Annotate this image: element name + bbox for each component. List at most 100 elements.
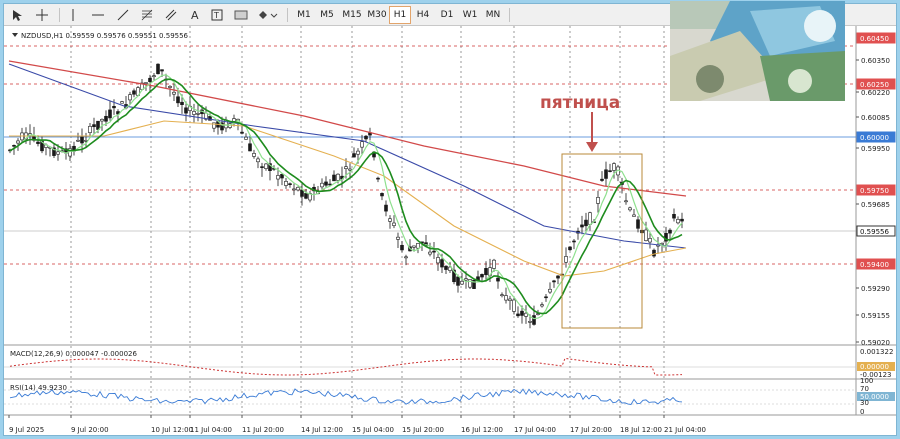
candle-body — [564, 256, 568, 263]
tf-m15-button[interactable]: M15 — [340, 6, 364, 24]
vertical-line-icon[interactable] — [66, 6, 80, 24]
candle-body — [392, 222, 396, 226]
tf-d1-button[interactable]: D1 — [437, 6, 457, 24]
fibonacci-icon[interactable] — [140, 6, 154, 24]
price-label: 0.60085 — [861, 114, 890, 122]
time-label: 14 Jul 12:00 — [301, 426, 343, 434]
candle-body — [652, 249, 656, 257]
candle-body — [152, 75, 156, 77]
crosshair-icon[interactable] — [34, 6, 50, 24]
candle-body — [100, 118, 104, 122]
candle-body — [56, 151, 60, 155]
rsi-label: 30 — [860, 399, 869, 407]
time-label: 15 Jul 20:00 — [402, 426, 444, 434]
candle-body — [160, 69, 164, 72]
candle-body — [384, 204, 388, 212]
candle-body — [648, 238, 652, 243]
candle-body — [376, 177, 380, 180]
candle-body — [496, 277, 500, 282]
time-label: 21 Jul 04:00 — [664, 426, 706, 434]
candle-body — [400, 244, 404, 251]
candle-body — [12, 145, 16, 147]
channel-icon[interactable] — [164, 6, 178, 24]
candle-body — [132, 90, 136, 95]
candle-body — [96, 120, 100, 130]
price-label: 0.59155 — [861, 312, 890, 320]
candle-body — [404, 256, 408, 259]
candle-body — [148, 77, 152, 82]
candle-body — [480, 274, 484, 278]
candle-body — [256, 158, 260, 163]
price-label: 0.59556 — [860, 228, 889, 236]
macd-label: 0.00000 — [860, 363, 889, 371]
candle-body — [16, 140, 20, 144]
price-label: 0.59685 — [861, 201, 890, 209]
candle-body — [112, 105, 116, 109]
candle-body — [632, 214, 636, 217]
label-icon[interactable]: T — [210, 6, 224, 24]
tf-m5-button[interactable]: M5 — [317, 6, 337, 24]
candle-body — [440, 259, 444, 268]
rsi-header: RSI(14) 49.9230 — [10, 384, 67, 392]
tf-h1-button[interactable]: H1 — [389, 6, 411, 24]
candle-body — [556, 275, 560, 279]
time-label: 9 Jul 2025 — [9, 426, 44, 434]
candle-body — [460, 280, 464, 285]
price-label: 0.59020 — [861, 339, 890, 347]
trendline-icon[interactable] — [116, 6, 130, 24]
horizontal-line-icon[interactable] — [90, 6, 106, 24]
tf-m30-button[interactable]: M30 — [365, 6, 389, 24]
candle-body — [292, 188, 296, 191]
candle-body — [568, 246, 572, 251]
time-label: 11 Jul 20:00 — [242, 426, 284, 434]
candle-body — [388, 218, 392, 222]
candle-body — [512, 299, 516, 312]
candle-body — [532, 315, 536, 325]
candle-body — [360, 141, 364, 148]
rectangle-icon[interactable] — [233, 6, 249, 24]
tf-w1-button[interactable]: W1 — [460, 6, 480, 24]
candle-body — [280, 174, 284, 179]
candle-body — [176, 96, 180, 104]
tf-mn-button[interactable]: MN — [482, 6, 504, 24]
text-icon[interactable]: A — [188, 6, 202, 24]
time-label: 16 Jul 12:00 — [461, 426, 503, 434]
candle-body — [528, 320, 532, 323]
candle-body — [484, 268, 488, 276]
candle-body — [580, 224, 584, 228]
candle-body — [492, 259, 496, 269]
candle-body — [676, 219, 680, 224]
candle-body — [416, 243, 420, 249]
candle-body — [80, 136, 84, 144]
candle-body — [332, 174, 336, 182]
macd-signal-line — [9, 357, 683, 376]
rsi-label: 0 — [860, 408, 864, 416]
cursor-icon[interactable] — [10, 6, 24, 24]
candle-body — [588, 212, 592, 225]
candle-body — [436, 257, 440, 264]
candle-body — [144, 82, 148, 84]
candle-body — [288, 183, 292, 185]
price-label: 0.60220 — [861, 89, 890, 97]
candle-body — [524, 312, 528, 317]
candle-body — [264, 163, 268, 169]
candle-body — [540, 304, 544, 307]
candle-body — [520, 310, 524, 316]
tf-h4-button[interactable]: H4 — [413, 6, 433, 24]
candle-body — [248, 143, 252, 152]
candle-body — [396, 236, 400, 240]
tf-m1-button[interactable]: M1 — [294, 6, 314, 24]
candle-body — [636, 219, 640, 229]
macd-header: MACD(12,26,9) 0.000047 -0.000026 — [10, 350, 137, 358]
candle-body — [232, 118, 236, 122]
candle-body — [596, 197, 600, 204]
shapes-icon[interactable] — [257, 6, 279, 24]
time-label: 17 Jul 04:00 — [514, 426, 556, 434]
candle-body — [604, 169, 608, 179]
candle-body — [108, 109, 112, 119]
candle-body — [76, 139, 80, 142]
candle-body — [184, 107, 188, 114]
candle-body — [252, 153, 256, 157]
rsi-label: 100 — [860, 377, 873, 385]
macd-label: 0.001322 — [860, 348, 893, 356]
